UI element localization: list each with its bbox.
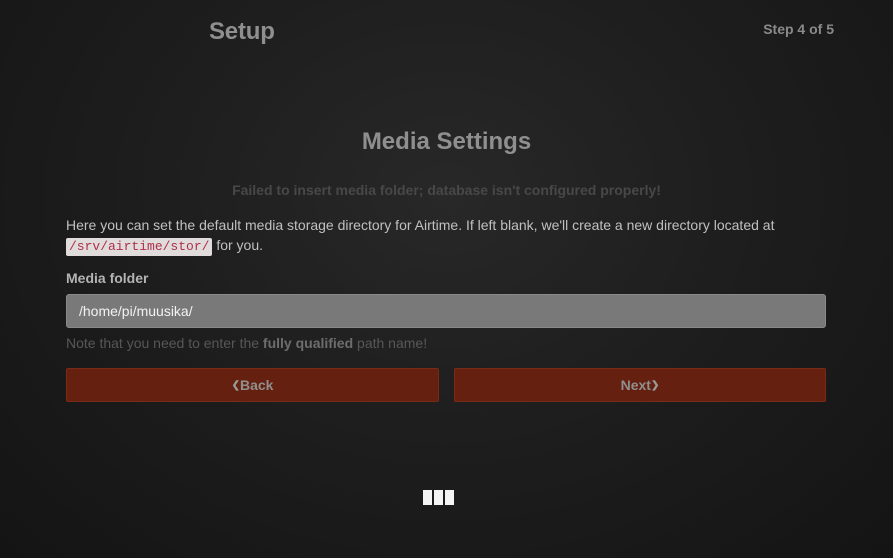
page-title: Setup <box>209 18 275 45</box>
description-text-before: Here you can set the default media stora… <box>66 217 775 233</box>
back-button-label: Back <box>239 377 274 393</box>
next-button-label: Next <box>620 377 651 393</box>
media-folder-label: Media folder <box>66 270 149 286</box>
help-note-after: path name! <box>357 335 428 351</box>
loader-bar <box>434 490 443 505</box>
help-note-before: Note that you need to enter the <box>66 335 260 351</box>
next-button[interactable]: Next ❯ <box>454 368 826 402</box>
step-indicator: Step 4 of 5 <box>763 21 834 37</box>
loading-bars-icon <box>423 490 455 506</box>
media-folder-input[interactable] <box>66 294 826 328</box>
loader-bar <box>423 490 432 505</box>
default-path-code: /srv/airtime/stor/ <box>66 238 213 256</box>
help-note: Note that you need to enter the fully qu… <box>66 335 427 351</box>
chevron-left-icon: ❮ <box>231 379 240 391</box>
error-message: Failed to insert media folder; database … <box>232 182 661 198</box>
back-button[interactable]: ❮ Back <box>66 368 439 402</box>
loader-bar <box>445 490 454 505</box>
description-text-after: for you. <box>216 237 264 253</box>
help-note-emphasis: fully qualified <box>262 335 354 351</box>
section-title: Media Settings <box>361 128 532 155</box>
description-text: Here you can set the default media stora… <box>66 215 826 256</box>
chevron-right-icon: ❯ <box>650 379 660 391</box>
